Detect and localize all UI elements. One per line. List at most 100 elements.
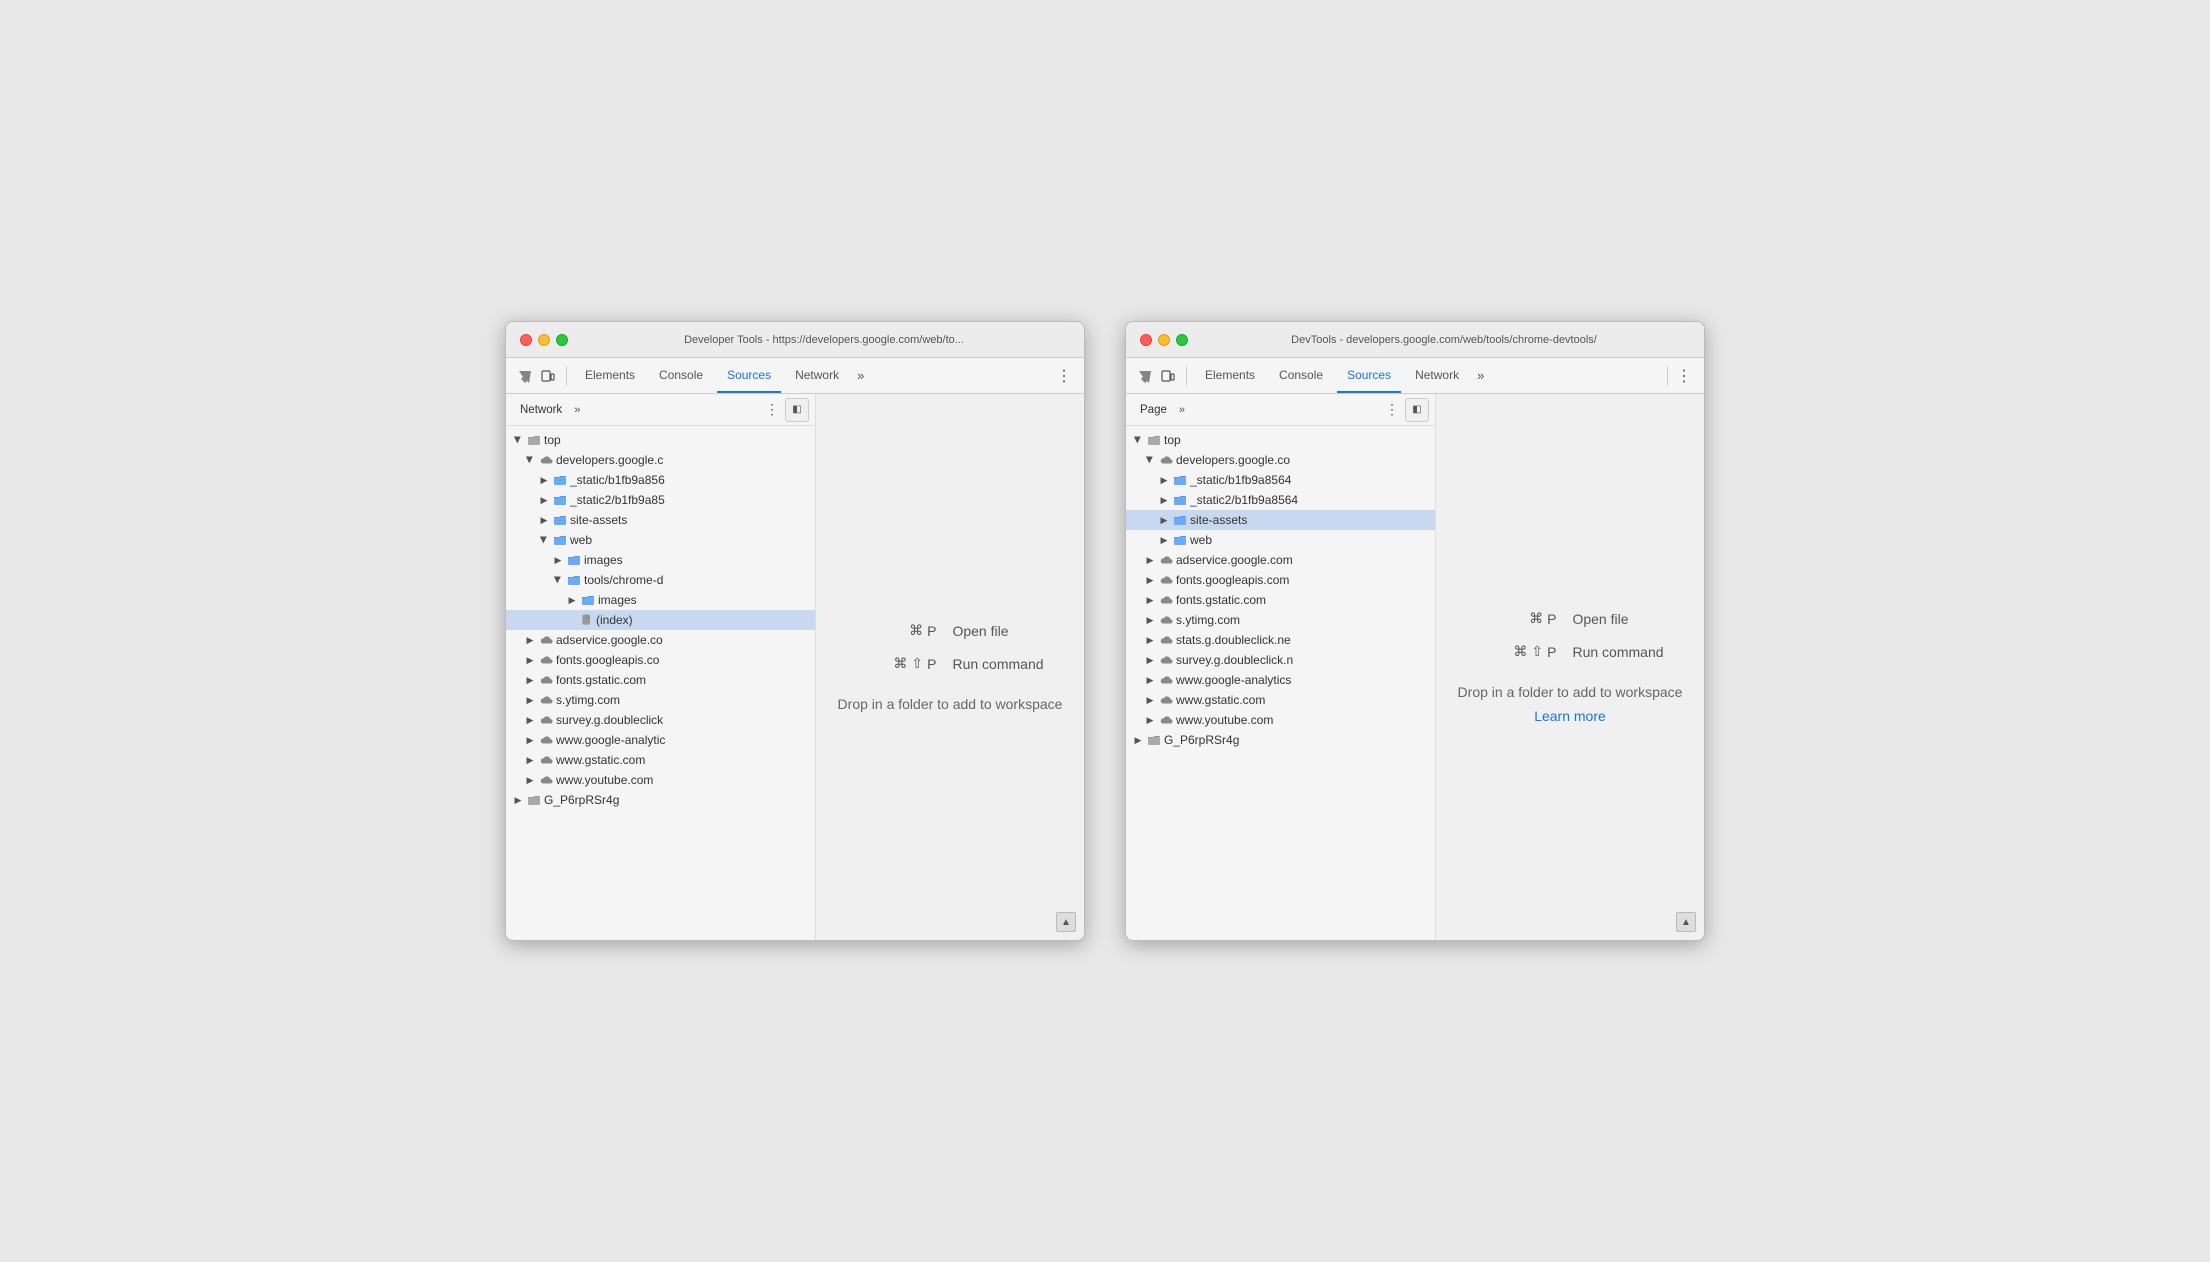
folder-icon-images-1 [567, 553, 581, 567]
tree-item-top-2[interactable]: ▶ top [1126, 430, 1435, 450]
cloud-icon-youtube-1 [539, 773, 553, 787]
tree-item-top-1[interactable]: ▶ top [506, 430, 815, 450]
tree-item-doubleclick-1[interactable]: ▶ survey.g.doubleclick [506, 710, 815, 730]
inspect-icon-2[interactable] [1134, 366, 1154, 386]
tree-arrow-gstatic-2: ▶ [1144, 594, 1156, 606]
panel-more-1[interactable]: » [570, 404, 584, 416]
panel-tab-network-1[interactable]: Network [512, 400, 570, 420]
tree-item-gstatic2-1[interactable]: ▶ www.gstatic.com [506, 750, 815, 770]
tree-item-images-1[interactable]: ▶ images [506, 550, 815, 570]
more-tabs-icon-1[interactable]: » [853, 366, 868, 385]
panel-more-2[interactable]: » [1175, 404, 1189, 416]
tree-label-top-1: top [544, 433, 561, 447]
tree-item-gstatic-2[interactable]: ▶ fonts.gstatic.com [1126, 590, 1435, 610]
tree-item-web-2[interactable]: ▶ web [1126, 530, 1435, 550]
open-file-row-1: ⌘ P Open file [856, 622, 1043, 639]
drop-text-2: Drop in a folder to add to workspace [1458, 684, 1683, 700]
tree-item-images2-1[interactable]: ▶ images [506, 590, 815, 610]
maximize-button-1[interactable] [556, 334, 568, 346]
tree-label-tools-1: tools/chrome-d [584, 573, 663, 587]
folder-icon-top-1 [527, 433, 541, 447]
editor-commands-2: ⌘ P Open file ⌘ ⇧ P Run command [1476, 610, 1663, 660]
tree-item-doubleclick1-2[interactable]: ▶ stats.g.doubleclick.ne [1126, 630, 1435, 650]
run-cmd-label-1: Run command [952, 656, 1043, 672]
tree-item-adservice-1[interactable]: ▶ adservice.google.co [506, 630, 815, 650]
folder-icon-static1-1 [553, 473, 567, 487]
tree-item-web-1[interactable]: ▶ web [506, 530, 815, 550]
tab-elements-2[interactable]: Elements [1195, 358, 1265, 393]
tree-arrow-web-1: ▶ [538, 534, 550, 546]
tab-sources-1[interactable]: Sources [717, 358, 781, 393]
tree-label-dev-2: developers.google.co [1176, 453, 1290, 467]
tree-item-gstatic-1[interactable]: ▶ fonts.gstatic.com [506, 670, 815, 690]
panel-tab-page-2[interactable]: Page [1132, 400, 1175, 420]
tree-item-gstatic2-2[interactable]: ▶ www.gstatic.com [1126, 690, 1435, 710]
cloud-icon-doubleclick2-2 [1159, 653, 1173, 667]
toolbar-end-2: ⋮ [1663, 364, 1696, 388]
tree-item-googleapis-2[interactable]: ▶ fonts.googleapis.com [1126, 570, 1435, 590]
tree-arrow-gstatic2-1: ▶ [524, 754, 536, 766]
tree-item-dev-2[interactable]: ▶ developers.google.co [1126, 450, 1435, 470]
scroll-to-top-btn-1[interactable]: ▲ [1056, 912, 1076, 932]
close-button-1[interactable] [520, 334, 532, 346]
tree-item-static1-2[interactable]: ▶ _static/b1fb9a8564 [1126, 470, 1435, 490]
tree-arrow-siteassets-2: ▶ [1158, 514, 1170, 526]
cloud-icon-adservice-1 [539, 633, 553, 647]
tree-item-adservice-2[interactable]: ▶ adservice.google.com [1126, 550, 1435, 570]
close-button-2[interactable] [1140, 334, 1152, 346]
tree-arrow-ytimg-1: ▶ [524, 694, 536, 706]
tree-item-index-1[interactable]: ▶ (index) [506, 610, 815, 630]
tab-network-2[interactable]: Network [1405, 358, 1469, 393]
cmd-symbol-1: ⌘ [909, 622, 923, 639]
tree-item-analytics-1[interactable]: ▶ www.google-analytic [506, 730, 815, 750]
tree-item-googleapis-1[interactable]: ▶ fonts.googleapis.co [506, 650, 815, 670]
tree-item-static1-1[interactable]: ▶ _static/b1fb9a856 [506, 470, 815, 490]
toolbar-1: Elements Console Sources Network » ⋮ [506, 358, 1084, 394]
run-cmd-keys-2: ⌘ ⇧ P [1476, 643, 1556, 660]
device-icon[interactable] [538, 366, 558, 386]
tree-item-ytimg-1[interactable]: ▶ s.ytimg.com [506, 690, 815, 710]
tree-item-siteassets-1[interactable]: ▶ site-assets [506, 510, 815, 530]
tree-label-gstatic-1: fonts.gstatic.com [556, 673, 646, 687]
kebab-menu-icon-2[interactable]: ⋮ [1672, 364, 1696, 388]
tree-item-ytimg-2[interactable]: ▶ s.ytimg.com [1126, 610, 1435, 630]
panel-collapse-btn-2[interactable]: ◧ [1405, 398, 1429, 422]
more-tabs-icon-2[interactable]: » [1473, 366, 1488, 385]
tree-item-tools-1[interactable]: ▶ tools/chrome-d [506, 570, 815, 590]
scroll-to-top-btn-2[interactable]: ▲ [1676, 912, 1696, 932]
tab-console-2[interactable]: Console [1269, 358, 1333, 393]
tree-item-youtube-2[interactable]: ▶ www.youtube.com [1126, 710, 1435, 730]
shift-symbol-2: ⇧ [1531, 643, 1543, 660]
tree-item-static2-1[interactable]: ▶ _static2/b1fb9a85 [506, 490, 815, 510]
tree-item-youtube-1[interactable]: ▶ www.youtube.com [506, 770, 815, 790]
tree-item-analytics-2[interactable]: ▶ www.google-analytics [1126, 670, 1435, 690]
tree-item-static2-2[interactable]: ▶ _static2/b1fb9a8564 [1126, 490, 1435, 510]
window-title-1: Developer Tools - https://developers.goo… [578, 334, 1070, 346]
p-key-4: P [1547, 644, 1556, 660]
panel-menu-icon-1[interactable]: ⋮ [765, 401, 779, 418]
tab-network-1[interactable]: Network [785, 358, 849, 393]
tree-arrow-gp6rp-2: ▶ [1132, 734, 1144, 746]
toolbar-2: Elements Console Sources Network » ⋮ [1126, 358, 1704, 394]
tree-label-analytics-2: www.google-analytics [1176, 673, 1291, 687]
tree-item-dev-1[interactable]: ▶ developers.google.c [506, 450, 815, 470]
folder-icon-siteassets-1 [553, 513, 567, 527]
tab-elements-1[interactable]: Elements [575, 358, 645, 393]
tree-label-static1-1: _static/b1fb9a856 [570, 473, 665, 487]
tree-item-doubleclick2-2[interactable]: ▶ survey.g.doubleclick.n [1126, 650, 1435, 670]
minimize-button-1[interactable] [538, 334, 550, 346]
panel-menu-icon-2[interactable]: ⋮ [1385, 401, 1399, 418]
tree-item-siteassets-2[interactable]: ▶ site-assets [1126, 510, 1435, 530]
panel-collapse-btn-1[interactable]: ◧ [785, 398, 809, 422]
minimize-button-2[interactable] [1158, 334, 1170, 346]
tab-sources-2[interactable]: Sources [1337, 358, 1401, 393]
inspect-icon[interactable] [514, 366, 534, 386]
tree-item-gp6rp-2[interactable]: ▶ G_P6rpRSr4g [1126, 730, 1435, 750]
learn-more-link[interactable]: Learn more [1534, 708, 1606, 724]
tab-console-1[interactable]: Console [649, 358, 713, 393]
maximize-button-2[interactable] [1176, 334, 1188, 346]
tree-label-siteassets-1: site-assets [570, 513, 627, 527]
tree-item-gp6rp-1[interactable]: ▶ G_P6rpRSr4g [506, 790, 815, 810]
device-icon-2[interactable] [1158, 366, 1178, 386]
kebab-menu-icon-1[interactable]: ⋮ [1052, 364, 1076, 388]
